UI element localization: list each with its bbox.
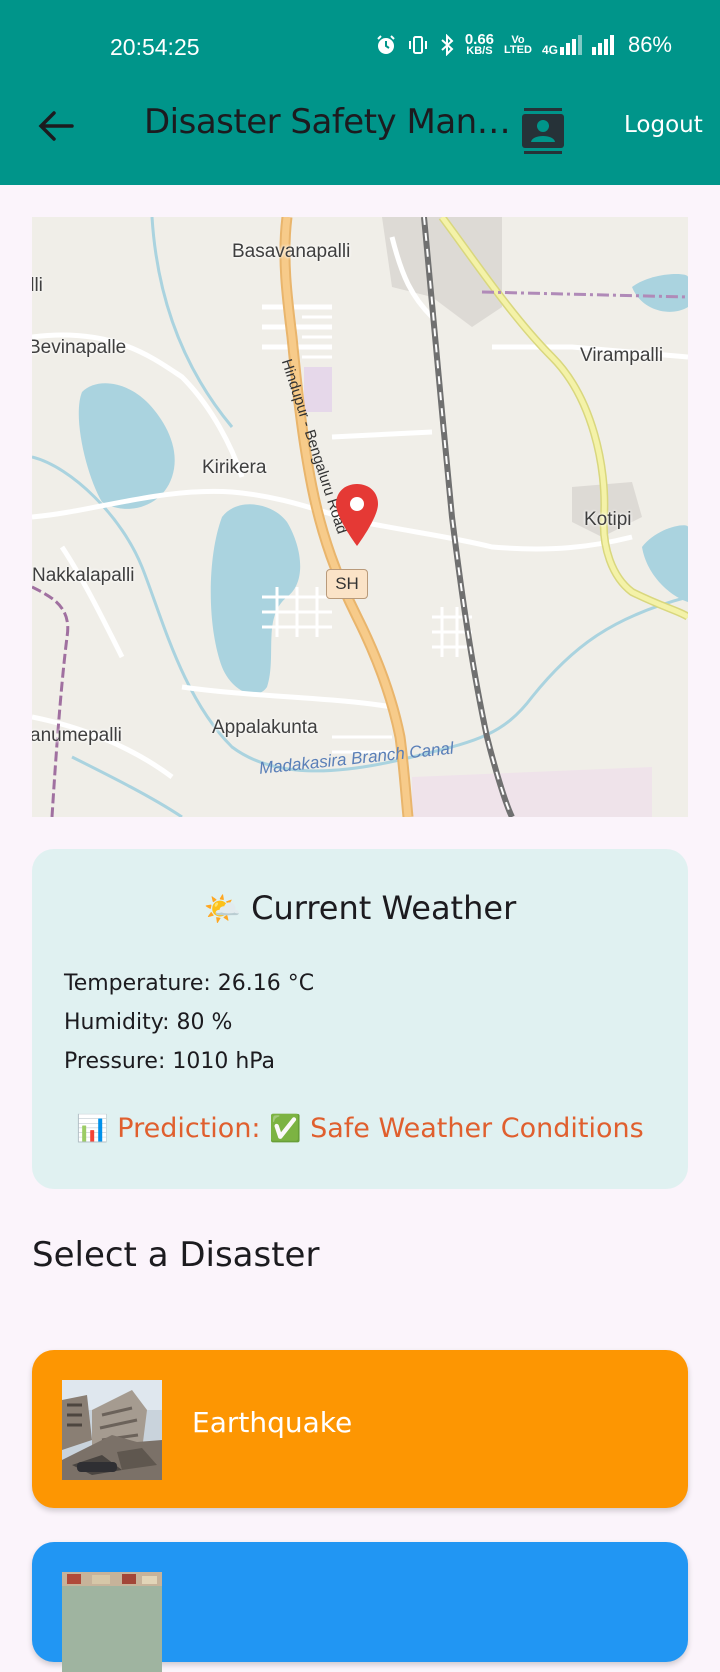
- disaster-card-next[interactable]: [32, 1542, 688, 1672]
- status-icons: 0.66 KB/S Vo LTED 4G 86%: [375, 32, 672, 58]
- volte-indicator: Vo LTED: [504, 34, 532, 56]
- sun-behind-cloud-icon: 🌤️: [203, 892, 242, 927]
- alarm-icon: [377, 35, 395, 54]
- battery-level: 86%: [627, 32, 672, 57]
- status-time: 20:54:25: [110, 34, 200, 60]
- map-label-appalakunta: Appalakunta: [212, 717, 318, 738]
- map-label-nakkalapalli: Nakkalapalli: [32, 565, 135, 586]
- earthquake-thumbnail: [62, 1380, 162, 1480]
- check-mark-icon: ✅: [269, 1114, 302, 1144]
- disaster-card-label: Earthquake: [192, 1406, 353, 1439]
- pressure-text: Pressure: 1010 hPa: [64, 1049, 276, 1074]
- contacts-icon[interactable]: [522, 108, 564, 154]
- signal-icon: [559, 35, 582, 55]
- map-label-basavanapalli: Basavanapalli: [232, 241, 351, 262]
- weather-card: 🌤️ Current Weather Temperature: 26.16 °C …: [32, 849, 688, 1189]
- bar-chart-icon: 📊: [76, 1114, 109, 1144]
- logout-button[interactable]: Logout: [624, 112, 703, 138]
- map-label-anumepalli: anumepalli: [32, 725, 122, 746]
- weather-title-row: 🌤️ Current Weather: [32, 889, 688, 927]
- map-view[interactable]: Basavanapalli illi Bevinapalle Virampall…: [32, 217, 688, 817]
- section-title: Select a Disaster: [32, 1235, 320, 1275]
- page-title: Disaster Safety Man…: [144, 102, 511, 142]
- bluetooth-icon: [441, 34, 454, 56]
- disaster-thumbnail: [62, 1572, 162, 1672]
- temperature-text: Temperature: 26.16 °C: [64, 971, 315, 996]
- map-label-lli: illi: [32, 275, 43, 296]
- disaster-card-earthquake[interactable]: Earthquake: [32, 1350, 688, 1508]
- map-label-kirikera: Kirikera: [202, 457, 267, 478]
- back-arrow-icon[interactable]: [36, 106, 76, 146]
- humidity-text: Humidity: 80 %: [64, 1010, 233, 1035]
- app-bar: 20:54:25 0.66 KB/S Vo LTED 4G 86% Disaster…: [0, 0, 720, 185]
- map-label-virampalli: Virampalli: [580, 345, 664, 366]
- network-type: 4G: [542, 35, 582, 56]
- prediction-row: 📊 Prediction: ✅ Safe Weather Conditions: [32, 1113, 688, 1144]
- weather-title: Current Weather: [251, 889, 517, 927]
- prediction-value: Safe Weather Conditions: [310, 1113, 644, 1144]
- highway-badge: SH: [326, 569, 368, 599]
- location-pin-icon[interactable]: [334, 482, 380, 548]
- net-speed: 0.66 KB/S: [464, 30, 495, 57]
- signal-icon-2: [591, 35, 614, 55]
- map-label-kotipi: Kotipi: [584, 509, 632, 530]
- map-label-bevinapalle: Bevinapalle: [32, 337, 127, 358]
- vibrate-icon: [408, 36, 427, 54]
- prediction-label: Prediction:: [117, 1113, 261, 1144]
